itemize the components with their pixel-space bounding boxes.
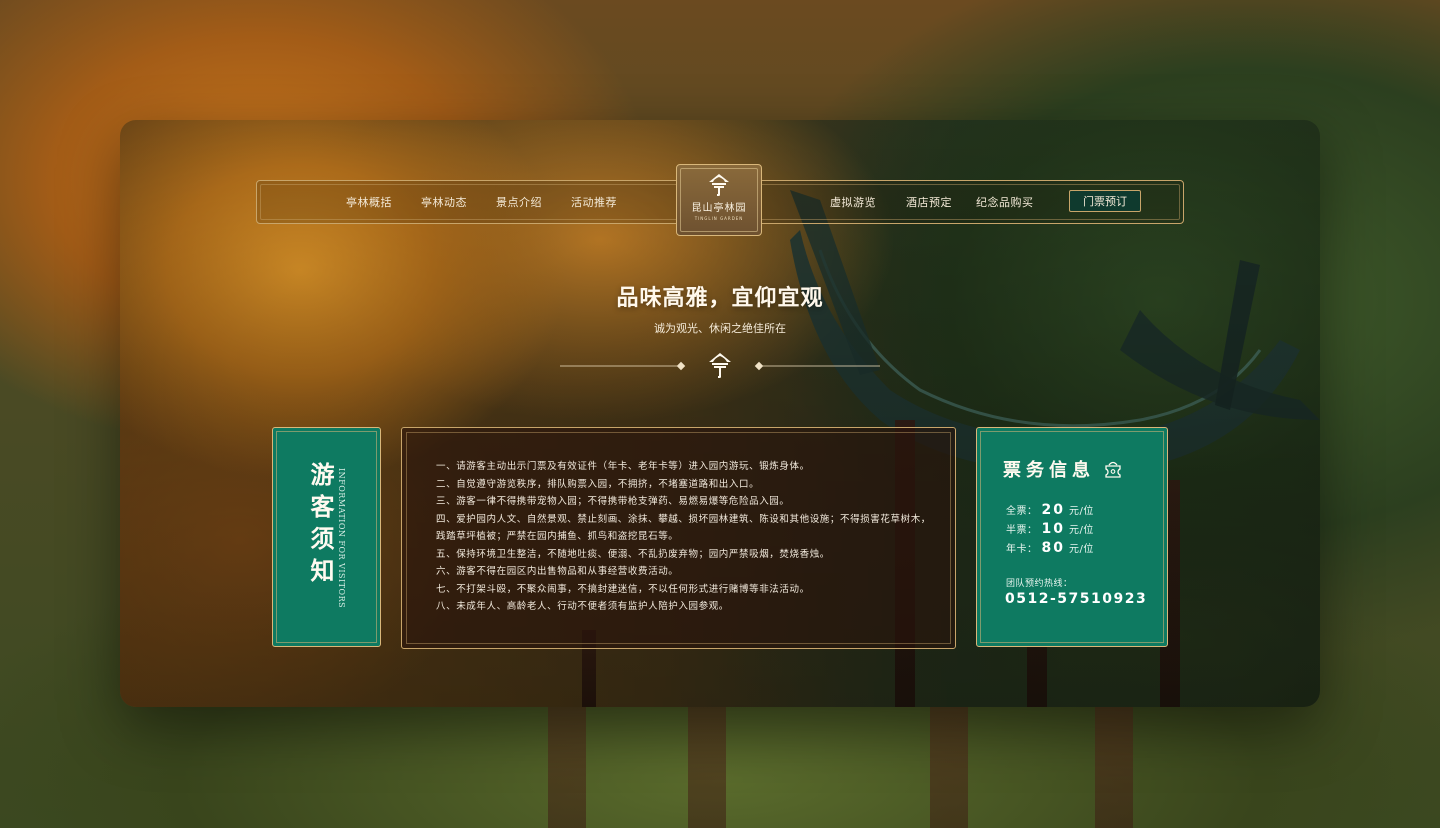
price-unit: 元/位 <box>1068 506 1094 517</box>
background-pillar <box>688 700 726 828</box>
visitor-notice-subtitle: INFORMATION FOR VISITORS <box>337 468 346 609</box>
nav-item-news[interactable]: 亭林动态 <box>421 194 467 210</box>
price-value: 80 <box>1041 540 1065 556</box>
hotline-number[interactable]: 0512-57510923 <box>1005 591 1147 607</box>
logo-subtitle: TINGLIN GARDEN <box>694 216 744 221</box>
nav-item-events[interactable]: 活动推荐 <box>571 194 617 210</box>
nav-item-overview[interactable]: 亭林概括 <box>346 194 392 210</box>
rule-item: 一、请游客主动出示门票及有效证件（年卡、老年卡等）进入园内游玩、锻炼身体。 <box>436 461 810 472</box>
rule-item: 五、保持环境卫生整洁，不随地吐痰、便溺、不乱扔废弃物；园内严禁吸烟，焚烧香烛。 <box>436 548 830 560</box>
ornamental-divider <box>560 353 880 378</box>
hotline-label: 团队预约热线： <box>1006 579 1073 589</box>
price-value: 20 <box>1041 502 1065 518</box>
price-row-full: 全票： 20 元/位 <box>1006 502 1094 518</box>
price-row-half: 半票： 10 元/位 <box>1006 521 1094 537</box>
main-card: 亭林概括 亭林动态 景点介绍 活动推荐 虚拟游览 酒店预定 纪念品购买 门票预订… <box>120 120 1320 707</box>
background-pillar <box>1095 700 1133 828</box>
price-label: 全票： <box>1006 506 1038 517</box>
hero-subtitle: 诚为观光、休闲之绝佳所在 <box>654 322 786 335</box>
rule-item: 六、游客不得在园区内出售物品和从事经营收费活动。 <box>436 566 679 577</box>
rule-item: 七、不打架斗殴，不聚众闹事，不搞封建迷信，不以任何形式进行赌博等非法活动。 <box>436 583 810 595</box>
rule-item: 四、爱护园内人文、自然景观、禁止刻画、涂抹、攀越、损坏园林建筑、陈设和其他设施；… <box>436 513 931 543</box>
price-unit: 元/位 <box>1068 525 1094 536</box>
price-label: 年卡： <box>1006 544 1038 555</box>
price-value: 10 <box>1041 521 1065 537</box>
rule-item: 二、自觉遵守游览秩序，排队购票入园，不拥挤，不堵塞道路和出入口。 <box>436 478 760 490</box>
nav-item-virtual-tour[interactable]: 虚拟游览 <box>830 194 876 210</box>
hero-title: 品味高雅，宜仰宜观 <box>616 285 824 311</box>
background-pillar <box>930 700 968 828</box>
rule-item: 三、游客一律不得携带宠物入园；不得携带枪支弹药、易燃易爆等危险品入园。 <box>436 496 790 507</box>
nav-item-souvenirs[interactable]: 纪念品购买 <box>976 194 1034 210</box>
price-label: 半票： <box>1006 525 1038 536</box>
price-row-annual: 年卡： 80 元/位 <box>1006 540 1094 556</box>
nav-item-hotel[interactable]: 酒店预定 <box>906 194 952 210</box>
book-tickets-button[interactable]: 门票预订 <box>1069 190 1141 212</box>
ticket-icon <box>1105 461 1121 478</box>
ticket-info-title: 票务信息 <box>1003 460 1095 481</box>
logo-text: 昆山亭林园 <box>691 203 747 214</box>
price-unit: 元/位 <box>1068 544 1094 555</box>
site-logo[interactable]: 昆山亭林园 TINGLIN GARDEN <box>676 164 762 236</box>
visitor-rules-list: 一、请游客主动出示门票及有效证件（年卡、老年卡等）进入园内游玩、锻炼身体。 二、… <box>436 458 932 616</box>
nav-item-attractions[interactable]: 景点介绍 <box>496 194 542 210</box>
pavilion-logo-icon <box>709 174 729 196</box>
rule-item: 八、未成年人、高龄老人、行动不便者须有监护人陪护入园参观。 <box>436 601 729 612</box>
visitor-notice-title: 游客须知 <box>306 462 335 590</box>
visitor-rules-panel: 一、请游客主动出示门票及有效证件（年卡、老年卡等）进入园内游玩、锻炼身体。 二、… <box>401 427 956 649</box>
visitor-notice-tag: 游客须知 INFORMATION FOR VISITORS <box>272 427 381 647</box>
background-pillar <box>548 700 586 828</box>
ticket-info-panel: 票务信息 全票： 20 元/位 半票： 10 元/位 年卡： 80 元/位 团队… <box>976 427 1168 647</box>
